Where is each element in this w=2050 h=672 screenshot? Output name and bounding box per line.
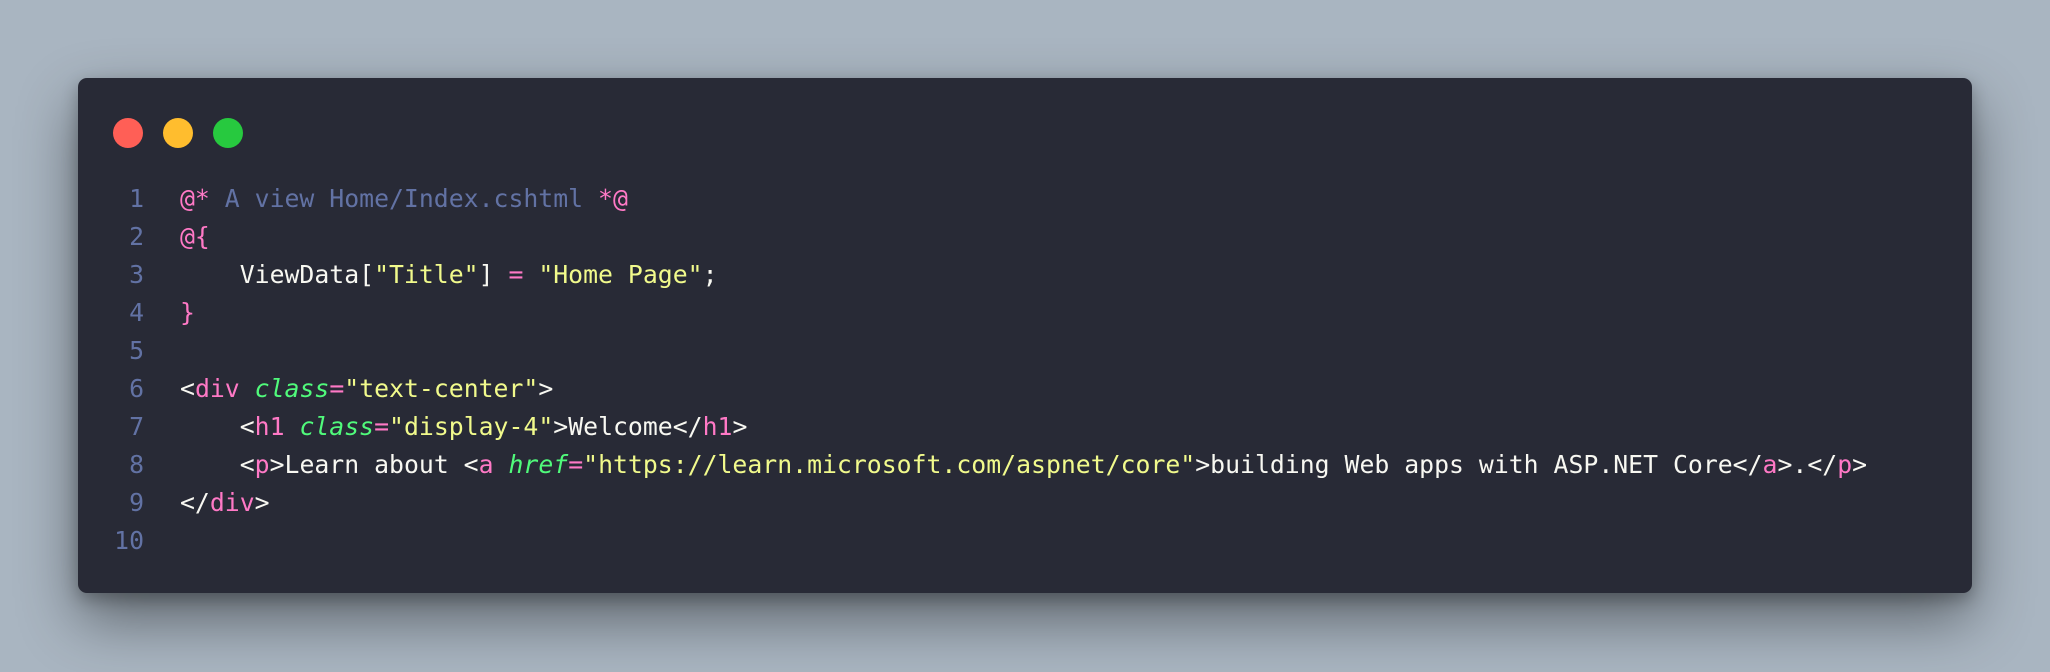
code-token: =: [374, 412, 390, 441]
code-token: "text-center": [344, 374, 539, 403]
code-token: a: [1762, 450, 1778, 479]
code-token: >: [732, 412, 748, 441]
code-token: "display-4": [389, 412, 554, 441]
code-token: <: [180, 374, 195, 403]
code-token: >building Web apps with ASP.NET Core</: [1195, 450, 1763, 479]
code-line: 7 <h1 class="display-4">Welcome</h1>: [78, 408, 1972, 446]
code-token: "Home Page": [538, 260, 703, 289]
line-number: 3: [129, 260, 144, 289]
code-token: href: [508, 450, 569, 479]
code-token: @{: [180, 222, 210, 251]
code-token: div: [194, 374, 240, 403]
code-token: *@: [598, 184, 628, 213]
code-token: a: [478, 450, 494, 479]
code-token: "https://learn.microsoft.com/aspnet/core…: [583, 450, 1196, 479]
code-token: </: [180, 488, 210, 517]
line-source: @{: [144, 218, 210, 256]
code-token: >: [538, 374, 554, 403]
code-token: ;: [702, 260, 718, 289]
line-source: <p>Learn about <a href="https://learn.mi…: [144, 446, 1867, 484]
code-token: p: [1837, 450, 1853, 479]
code-token: <: [180, 412, 255, 441]
code-token: "Title": [374, 260, 479, 289]
code-token: class: [299, 412, 375, 441]
line-number: 4: [129, 298, 144, 327]
code-token: h1: [702, 412, 733, 441]
code-token: >: [1852, 450, 1868, 479]
code-line: 1 @* A view Home/Index.cshtml *@: [78, 180, 1972, 218]
code-token: >: [254, 488, 270, 517]
code-line: 8 <p>Learn about <a href="https://learn.…: [78, 446, 1972, 484]
code-line: 4}: [78, 294, 1972, 332]
line-number: 5: [129, 336, 144, 365]
code-token: class: [254, 374, 330, 403]
code-token: h1: [254, 412, 285, 441]
code-token: div: [209, 488, 255, 517]
code-line: 5: [78, 332, 1972, 370]
code-token: =: [329, 374, 345, 403]
line-number: 6: [129, 374, 144, 403]
code-token: A view Home/Index.cshtml: [209, 184, 599, 213]
line-source: ViewData["Title"] = "Home Page";: [144, 256, 718, 294]
minimize-button[interactable]: [163, 118, 193, 148]
code-token: <: [180, 450, 255, 479]
window-controls: [113, 118, 243, 148]
code-line: 10: [78, 522, 1972, 560]
code-token: ]: [478, 260, 509, 289]
code-token: }: [180, 298, 195, 327]
line-source: @* A view Home/Index.cshtml *@: [144, 180, 628, 218]
code-line: 6 <div class="text-center">: [78, 370, 1972, 408]
code-window: 1 @* A view Home/Index.cshtml *@ 2 @{3 View…: [78, 78, 1972, 593]
line-number: 9: [129, 488, 144, 517]
code-token: >Welcome</: [553, 412, 703, 441]
line-number: 10: [114, 526, 144, 555]
line-source: <div class="text-center">: [144, 370, 553, 408]
code-token: >Learn about <: [269, 450, 479, 479]
code-line: 3 ViewData["Title"] = "Home Page";: [78, 256, 1972, 294]
code-token: =: [508, 260, 524, 289]
line-number: 2: [129, 222, 144, 251]
line-source: </div>: [144, 484, 270, 522]
code-token: =: [568, 450, 584, 479]
line-number: 1: [129, 184, 144, 213]
code-line: 2 @{: [78, 218, 1972, 256]
code-token: p: [254, 450, 270, 479]
line-number: 8: [129, 450, 144, 479]
code-token: @*: [180, 184, 210, 213]
line-source: <h1 class="display-4">Welcome</h1>: [144, 408, 748, 446]
line-number: 7: [129, 412, 144, 441]
line-source: }: [144, 294, 195, 332]
close-button[interactable]: [113, 118, 143, 148]
code-line: 9 </div>: [78, 484, 1972, 522]
code-block[interactable]: 1 @* A view Home/Index.cshtml *@ 2 @{3 View…: [78, 180, 1972, 560]
maximize-button[interactable]: [213, 118, 243, 148]
code-token: ViewData[: [180, 260, 375, 289]
code-token: >.</: [1777, 450, 1838, 479]
